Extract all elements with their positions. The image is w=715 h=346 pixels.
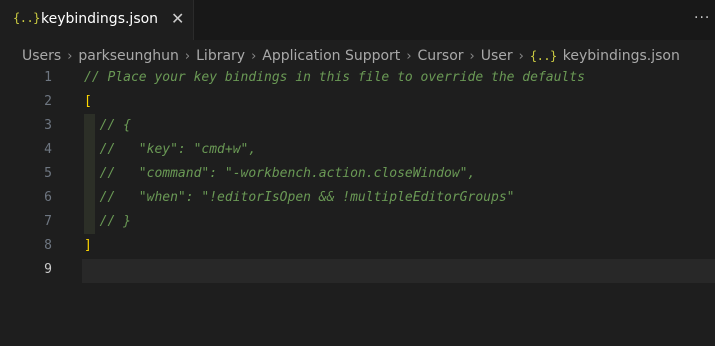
- editor-line[interactable]: 6 // "when": "!editorIsOpen && !multiple…: [0, 186, 715, 210]
- line-number: 2: [44, 94, 52, 109]
- code-comment: // {: [84, 118, 131, 133]
- line-number: 3: [44, 118, 52, 133]
- chevron-right-icon: ›: [469, 48, 475, 64]
- line-number: 7: [44, 214, 52, 229]
- line-number: 6: [44, 190, 52, 205]
- line-number: 4: [44, 142, 52, 157]
- line-number: 1: [44, 70, 52, 85]
- code-bracket: ]: [84, 238, 92, 253]
- line-number: 5: [44, 166, 52, 181]
- chevron-right-icon: ›: [518, 48, 524, 64]
- tab-keybindings-json[interactable]: {..} keybindings.json ✕: [0, 0, 194, 40]
- tab-bar: {..} keybindings.json ✕ ···: [0, 0, 715, 40]
- breadcrumb-item-file[interactable]: keybindings.json: [563, 48, 680, 64]
- editor-line[interactable]: 7 // }: [0, 210, 715, 234]
- code-bracket: [: [84, 94, 92, 109]
- breadcrumb-item-user-home[interactable]: parkseunghun: [78, 48, 179, 64]
- tab-label: keybindings.json: [41, 11, 159, 27]
- chevron-right-icon: ›: [184, 48, 191, 64]
- code-editor[interactable]: 1 // Place your key bindings in this fil…: [0, 66, 715, 346]
- json-braces-icon: {..}: [13, 11, 40, 25]
- breadcrumb-item-application-support[interactable]: Application Support: [262, 48, 400, 64]
- chevron-right-icon: ›: [67, 48, 73, 64]
- code-comment: // "command": "-workbench.action.closeWi…: [84, 166, 476, 181]
- breadcrumb-item-users[interactable]: Users: [22, 48, 61, 64]
- editor-line[interactable]: 3 // {: [0, 114, 715, 138]
- code-comment: // }: [84, 214, 131, 229]
- editor-line[interactable]: 2 [: [0, 90, 715, 114]
- editor-line[interactable]: 1 // Place your key bindings in this fil…: [0, 66, 715, 90]
- line-number-active: 9: [44, 262, 52, 277]
- editor-line[interactable]: 5 // "command": "-workbench.action.close…: [0, 162, 715, 186]
- chevron-right-icon: ›: [251, 48, 257, 64]
- breadcrumb-item-library[interactable]: Library: [196, 48, 245, 64]
- editor-line[interactable]: 8 ]: [0, 234, 715, 258]
- line-number: 8: [44, 238, 52, 253]
- close-icon[interactable]: ✕: [171, 9, 184, 28]
- editor-line-active[interactable]: 9: [0, 258, 715, 282]
- code-comment: // "key": "cmd+w",: [84, 142, 257, 157]
- more-actions-icon[interactable]: ···: [694, 10, 710, 26]
- editor-line[interactable]: 4 // "key": "cmd+w",: [0, 138, 715, 162]
- chevron-right-icon: ›: [406, 48, 412, 64]
- code-comment: // Place your key bindings in this file …: [84, 70, 585, 85]
- breadcrumb-item-cursor[interactable]: Cursor: [418, 48, 464, 64]
- breadcrumb-item-user[interactable]: User: [481, 48, 513, 64]
- breadcrumb: Users › parkseunghun › Library › Applica…: [22, 46, 680, 66]
- code-comment: // "when": "!editorIsOpen && !multipleEd…: [84, 190, 515, 205]
- json-braces-icon: {..}: [529, 49, 557, 63]
